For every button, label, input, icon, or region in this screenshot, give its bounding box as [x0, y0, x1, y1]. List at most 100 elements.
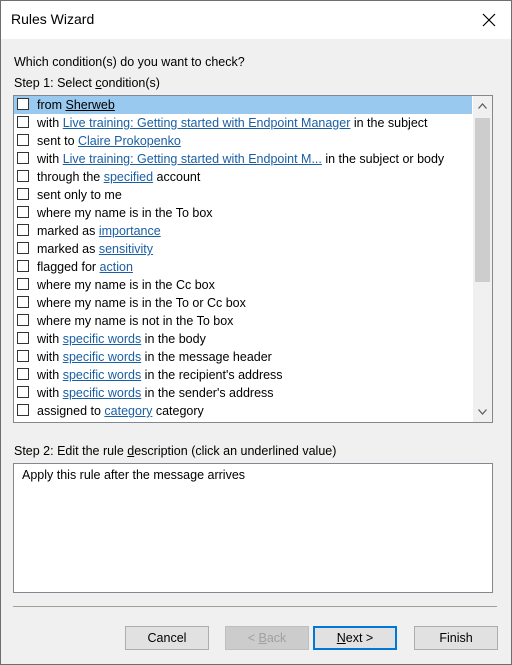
condition-label: where my name is in the To box: [37, 206, 213, 220]
chevron-up-icon: [478, 103, 487, 109]
condition-checkbox[interactable]: [17, 296, 29, 308]
condition-value-link[interactable]: Live training: Getting started with Endp…: [63, 116, 351, 130]
condition-row[interactable]: with specific words in the body: [14, 330, 472, 348]
condition-checkbox[interactable]: [17, 278, 29, 290]
condition-value-link[interactable]: importance: [99, 224, 161, 238]
step1-label: Step 1: Select condition(s): [14, 76, 160, 90]
condition-checkbox[interactable]: [17, 206, 29, 218]
condition-text: from Sherweb: [37, 96, 115, 114]
condition-value-link[interactable]: category: [104, 404, 152, 418]
condition-checkbox[interactable]: [17, 332, 29, 344]
condition-label: where my name is not in the To box: [37, 314, 234, 328]
condition-value-link[interactable]: sensitivity: [99, 242, 153, 256]
separator: [13, 606, 497, 607]
condition-row[interactable]: with specific words in the message heade…: [14, 348, 472, 366]
question-label: Which condition(s) do you want to check?: [14, 55, 245, 69]
condition-text: where my name is in the To or Cc box: [37, 294, 246, 312]
condition-text: assigned to category category: [37, 402, 204, 420]
close-button[interactable]: [467, 1, 511, 39]
condition-checkbox[interactable]: [17, 188, 29, 200]
condition-checkbox[interactable]: [17, 134, 29, 146]
condition-row[interactable]: where my name is not in the To box: [14, 312, 472, 330]
condition-checkbox[interactable]: [17, 260, 29, 272]
condition-label: where my name is in the To or Cc box: [37, 296, 246, 310]
condition-label: sent to: [37, 134, 78, 148]
condition-row[interactable]: where my name is in the Cc box: [14, 276, 472, 294]
condition-label: in the subject or body: [321, 152, 445, 166]
condition-checkbox[interactable]: [17, 350, 29, 362]
condition-value-link[interactable]: Sherweb: [65, 98, 114, 112]
condition-row[interactable]: with specific words in the sender's addr…: [14, 384, 472, 402]
back-button[interactable]: < Back: [225, 626, 309, 650]
finish-button[interactable]: Finish: [414, 626, 498, 650]
rule-description-box[interactable]: Apply this rule after the message arrive…: [13, 463, 493, 593]
condition-text: with specific words in the sender's addr…: [37, 384, 274, 402]
conditions-rows: from Sherweb with Live training: Getting …: [14, 96, 472, 420]
condition-row[interactable]: with Live training: Getting started with…: [14, 150, 472, 168]
condition-text: flagged for action: [37, 258, 133, 276]
condition-row[interactable]: where my name is in the To box: [14, 204, 472, 222]
condition-checkbox[interactable]: [17, 224, 29, 236]
step2-label: Step 2: Edit the rule description (click…: [14, 444, 337, 458]
condition-checkbox[interactable]: [17, 314, 29, 326]
condition-row[interactable]: flagged for action: [14, 258, 472, 276]
condition-checkbox[interactable]: [17, 116, 29, 128]
condition-checkbox[interactable]: [17, 98, 29, 110]
condition-value-link[interactable]: action: [100, 260, 133, 274]
condition-checkbox[interactable]: [17, 170, 29, 182]
vertical-scrollbar[interactable]: [473, 96, 492, 422]
next-button[interactable]: Next >: [313, 626, 397, 650]
condition-row[interactable]: marked as importance: [14, 222, 472, 240]
condition-checkbox[interactable]: [17, 242, 29, 254]
condition-label: with: [37, 368, 63, 382]
condition-row[interactable]: through the specified account: [14, 168, 472, 186]
conditions-list[interactable]: from Sherweb with Live training: Getting …: [13, 95, 493, 423]
condition-label: in the body: [141, 332, 206, 346]
scroll-thumb[interactable]: [475, 118, 490, 282]
condition-row[interactable]: sent to Claire Prokopenko: [14, 132, 472, 150]
condition-text: marked as importance: [37, 222, 161, 240]
condition-row[interactable]: from Sherweb: [14, 96, 472, 114]
title-bar: Rules Wizard: [1, 1, 511, 39]
condition-text: where my name is in the To box: [37, 204, 213, 222]
condition-label: through the: [37, 170, 104, 184]
condition-text: with Live training: Getting started with…: [37, 114, 428, 132]
condition-row[interactable]: with Live training: Getting started with…: [14, 114, 472, 132]
condition-label: marked as: [37, 224, 99, 238]
cancel-button[interactable]: Cancel: [125, 626, 209, 650]
condition-label: where my name is in the Cc box: [37, 278, 215, 292]
condition-checkbox[interactable]: [17, 386, 29, 398]
condition-label: from: [37, 98, 66, 112]
rules-wizard-dialog: Rules Wizard Which condition(s) do you w…: [0, 0, 512, 665]
condition-checkbox[interactable]: [17, 368, 29, 380]
condition-checkbox[interactable]: [17, 404, 29, 416]
scroll-up-button[interactable]: [473, 96, 492, 116]
condition-value-link[interactable]: Live training: Getting started with Endp…: [63, 152, 322, 166]
condition-row[interactable]: where my name is in the To or Cc box: [14, 294, 472, 312]
condition-label: flagged for: [37, 260, 100, 274]
condition-text: sent only to me: [37, 186, 122, 204]
condition-label: with: [37, 116, 63, 130]
scroll-down-button[interactable]: [473, 402, 492, 422]
condition-row[interactable]: marked as sensitivity: [14, 240, 472, 258]
close-icon: [482, 13, 496, 27]
condition-label: in the message header: [141, 350, 272, 364]
condition-row[interactable]: with specific words in the recipient's a…: [14, 366, 472, 384]
condition-value-link[interactable]: Claire Prokopenko: [78, 134, 181, 148]
condition-value-link[interactable]: specific words: [63, 332, 142, 346]
condition-text: with specific words in the body: [37, 330, 206, 348]
condition-label: sent only to me: [37, 188, 122, 202]
condition-text: marked as sensitivity: [37, 240, 153, 258]
condition-row[interactable]: sent only to me: [14, 186, 472, 204]
condition-row[interactable]: assigned to category category: [14, 402, 472, 420]
condition-value-link[interactable]: specific words: [63, 386, 142, 400]
condition-text: with specific words in the message heade…: [37, 348, 272, 366]
condition-text: with Live training: Getting started with…: [37, 150, 444, 168]
condition-value-link[interactable]: specific words: [63, 368, 142, 382]
condition-value-link[interactable]: specific words: [63, 350, 142, 364]
condition-label: assigned to: [37, 404, 105, 418]
condition-value-link[interactable]: specified: [104, 170, 153, 184]
condition-checkbox[interactable]: [17, 152, 29, 164]
rule-description-text: Apply this rule after the message arrive…: [22, 468, 246, 482]
condition-label: in the subject: [350, 116, 428, 130]
